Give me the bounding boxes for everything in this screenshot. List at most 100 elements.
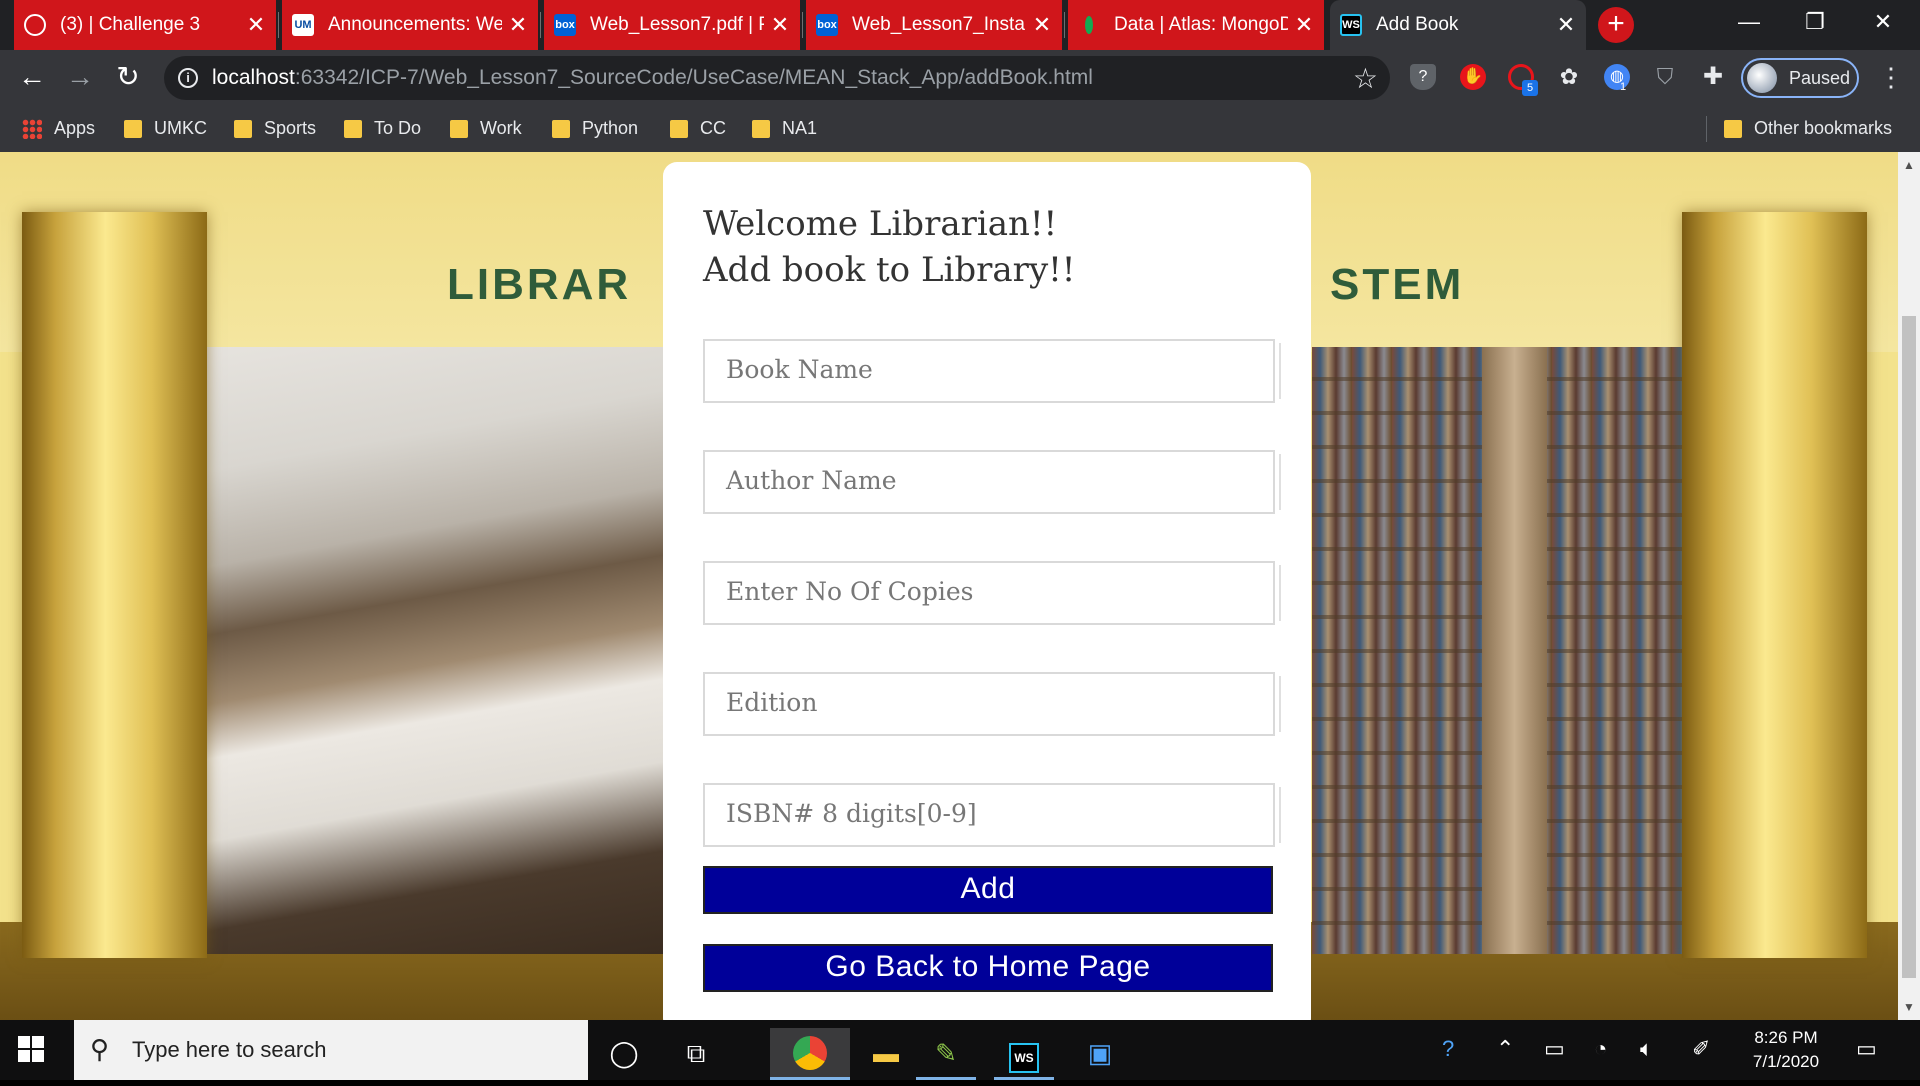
webstorm-icon: WS <box>1340 14 1362 36</box>
profile-button[interactable]: Paused <box>1741 58 1859 98</box>
close-icon[interactable]: ✕ <box>1556 12 1576 38</box>
book-name-input[interactable]: Book Name <box>703 339 1275 403</box>
adblock-extension-icon[interactable]: ✋ <box>1460 64 1486 90</box>
bookmark-apps[interactable]: Apps <box>22 118 95 139</box>
cookies-extension-icon[interactable]: ✿ <box>1556 64 1582 90</box>
kebab-menu-icon[interactable]: ⋮ <box>1878 62 1904 93</box>
edition-input[interactable]: Edition <box>703 672 1275 736</box>
clock-time: 8:26 PM <box>1754 1028 1818 1047</box>
webstorm-taskbar-icon[interactable]: WS <box>994 1028 1054 1080</box>
search-icon: ⚲ <box>90 1034 110 1064</box>
page-subtitle: Add book to Library!! <box>703 250 1076 290</box>
file-explorer-icon[interactable]: ▬ <box>856 1028 916 1080</box>
reload-button[interactable]: ↻ <box>108 58 148 98</box>
tab-add-book[interactable]: WS Add Book ✕ <box>1330 0 1586 50</box>
windows-start-icon[interactable] <box>18 1036 46 1064</box>
puzzle-extensions-icon[interactable]: ✚ <box>1700 64 1726 90</box>
info-icon[interactable]: i <box>178 68 198 88</box>
minimize-button[interactable]: — <box>1720 0 1778 50</box>
avatar <box>1747 63 1777 93</box>
restore-button[interactable]: ❐ <box>1786 0 1844 50</box>
page-title: Welcome Librarian!! <box>703 204 1058 244</box>
page-viewport: LIBRAR STEM Welcome Librarian!! Add book… <box>0 152 1898 1020</box>
system-clock[interactable]: 8:26 PM 7/1/2020 <box>1736 1026 1836 1074</box>
apps-grid-icon <box>22 118 42 139</box>
notepad-icon[interactable]: ✎ <box>916 1028 976 1080</box>
help-icon[interactable]: ? <box>1442 1036 1454 1062</box>
battery-icon[interactable]: ▭ <box>1544 1036 1565 1062</box>
gold-pillar-right <box>1682 212 1867 958</box>
tab-separator <box>278 12 279 38</box>
banner-title-right: STEM <box>1330 260 1465 309</box>
box-icon: box <box>816 14 838 36</box>
isbn-input[interactable]: ISBN# 8 digits[0-9] <box>703 783 1275 847</box>
bookmark-label: Sports <box>264 118 317 138</box>
tab-challenge[interactable]: (3) | Challenge 3 ✕ <box>14 0 276 50</box>
library-interior-photo <box>205 347 665 954</box>
notifications-icon[interactable]: ▭ <box>1856 1036 1877 1062</box>
close-icon[interactable]: ✕ <box>1032 12 1052 38</box>
bookmark-star-icon[interactable]: ☆ <box>1353 62 1378 95</box>
bookmark-label: CC <box>700 118 726 138</box>
field-edge <box>1275 787 1281 843</box>
close-icon[interactable]: ✕ <box>770 12 790 38</box>
folder-icon <box>1724 119 1742 138</box>
tab-web-lesson7-install[interactable]: box Web_Lesson7_Installa ✕ <box>806 0 1062 50</box>
add-book-form: Welcome Librarian!! Add book to Library!… <box>663 162 1311 1020</box>
photos-icon[interactable]: ▣ <box>1070 1028 1130 1080</box>
folder-icon <box>344 119 362 138</box>
forward-button[interactable]: → <box>60 58 100 98</box>
address-bar[interactable]: i localhost:63342/ICP-7/Web_Lesson7_Sour… <box>164 56 1390 100</box>
add-button[interactable]: Add <box>703 866 1273 914</box>
browser-tab-strip: (3) | Challenge 3 ✕ UM Announcements: We… <box>0 0 1920 50</box>
bookmark-folder-sports[interactable]: Sports <box>234 118 316 139</box>
tab-mongodb-atlas[interactable]: Data | Atlas: MongoD ✕ <box>1068 0 1324 50</box>
folder-icon <box>450 119 468 138</box>
scroll-down-icon[interactable]: ▼ <box>1903 1000 1915 1014</box>
bookmark-folder-cc[interactable]: CC <box>670 118 726 139</box>
url-text[interactable]: localhost:63342/ICP-7/Web_Lesson7_Source… <box>212 66 1093 90</box>
bookmarks-separator <box>1706 116 1707 142</box>
windows-taskbar: ⚲ Type here to search ◯ ⧉ ▬ ✎ WS ▣ ? ⌃ ▭… <box>0 1020 1920 1080</box>
shield-icon[interactable]: ⛉ <box>1652 64 1678 90</box>
author-name-input[interactable]: Author Name <box>703 450 1275 514</box>
search-placeholder: Type here to search <box>132 1037 327 1062</box>
bookmark-folder-python[interactable]: Python <box>552 118 638 139</box>
page-scrollbar[interactable]: ▲ ▼ <box>1898 152 1920 1020</box>
tab-separator <box>1064 12 1065 38</box>
close-icon[interactable]: ✕ <box>246 12 266 38</box>
close-icon[interactable]: ✕ <box>1294 12 1314 38</box>
taskbar-search-input[interactable]: ⚲ Type here to search <box>74 1020 588 1080</box>
scroll-up-icon[interactable]: ▲ <box>1903 158 1915 172</box>
chevron-up-icon[interactable]: ⌃ <box>1496 1036 1514 1062</box>
cortana-icon[interactable]: ◯ <box>594 1028 654 1080</box>
bookmark-label: To Do <box>374 118 422 138</box>
copies-input[interactable]: Enter No Of Copies <box>703 561 1275 625</box>
new-tab-button[interactable]: + <box>1598 7 1634 43</box>
tab-title: Data | Atlas: MongoD <box>1114 14 1288 35</box>
bookmark-folder-todo[interactable]: To Do <box>344 118 421 139</box>
bookmark-folder-work[interactable]: Work <box>450 118 522 139</box>
home-page-button[interactable]: Go Back to Home Page <box>703 944 1273 992</box>
tab-separator <box>802 12 803 38</box>
wifi-icon[interactable]: ◔ <box>1594 1036 1607 1062</box>
scroll-thumb[interactable] <box>1902 316 1916 978</box>
close-icon[interactable]: ✕ <box>508 12 528 38</box>
extension-badge: 5 <box>1522 80 1538 96</box>
chrome-taskbar-icon[interactable] <box>770 1028 850 1080</box>
tab-web-lesson7-pdf[interactable]: box Web_Lesson7.pdf | Pr ✕ <box>544 0 800 50</box>
umkc-icon: UM <box>292 14 314 36</box>
pen-icon[interactable]: ✐ <box>1692 1036 1710 1062</box>
bookmark-folder-umkc[interactable]: UMKC <box>124 118 207 139</box>
task-view-icon[interactable]: ⧉ <box>666 1028 726 1080</box>
tab-announcements[interactable]: UM Announcements: We ✕ <box>282 0 538 50</box>
bookmark-folder-na1[interactable]: NA1 <box>752 118 817 139</box>
folder-icon <box>234 119 252 138</box>
profile-label: Paused <box>1789 68 1851 88</box>
back-button[interactable]: ← <box>12 58 52 98</box>
bookmark-other[interactable]: Other bookmarks <box>1724 118 1892 139</box>
volume-icon[interactable]: 🔈︎ <box>1640 1036 1653 1062</box>
shield-extension-icon[interactable]: ? <box>1410 64 1436 90</box>
close-window-button[interactable]: ✕ <box>1854 0 1912 50</box>
field-edge <box>1275 343 1281 399</box>
